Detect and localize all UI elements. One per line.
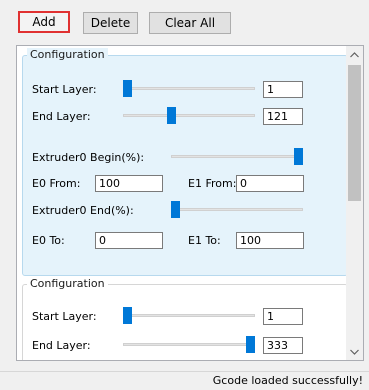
e0-from-input[interactable]: 100: [95, 175, 163, 192]
configuration-group-2[interactable]: Configuration Start Layer: 1 End Layer: …: [22, 277, 348, 360]
end-layer-slider-thumb[interactable]: [167, 107, 177, 124]
start-layer-slider-thumb[interactable]: [123, 307, 132, 324]
end-layer-input[interactable]: 121: [263, 108, 303, 125]
end-layer-slider[interactable]: [123, 343, 255, 346]
end-layer-slider-thumb[interactable]: [246, 336, 255, 353]
scrollbar-thumb[interactable]: [348, 65, 361, 201]
extruder0-begin-label: Extruder0 Begin(%):: [32, 151, 145, 164]
e1-to-input[interactable]: 100: [236, 232, 304, 249]
start-layer-slider-thumb[interactable]: [123, 80, 132, 97]
configuration-group-1[interactable]: Configuration Start Layer: 1 End Layer: …: [22, 48, 348, 276]
vertical-scrollbar[interactable]: [346, 46, 363, 360]
configuration-group-title: Configuration: [27, 277, 108, 291]
end-layer-label: End Layer:: [32, 110, 91, 123]
extruder0-begin-slider[interactable]: [171, 155, 303, 158]
status-message: Gcode loaded successfully!: [212, 374, 363, 387]
start-layer-input[interactable]: 1: [263, 81, 303, 98]
end-layer-label: End Layer:: [32, 339, 91, 352]
start-layer-slider[interactable]: [123, 87, 255, 90]
e0-to-input[interactable]: 0: [95, 232, 163, 249]
e0-from-label: E0 From:: [32, 177, 81, 190]
start-layer-label: Start Layer:: [32, 83, 97, 96]
end-layer-input[interactable]: 333: [263, 337, 303, 354]
extruder0-end-slider[interactable]: [171, 208, 303, 211]
chevron-down-icon[interactable]: [346, 343, 363, 360]
status-bar: Gcode loaded successfully!: [0, 371, 369, 390]
extruder0-end-slider-thumb[interactable]: [171, 201, 180, 218]
configuration-group-title: Configuration: [27, 48, 108, 62]
chevron-up-icon[interactable]: [346, 46, 363, 63]
start-layer-input[interactable]: 1: [263, 308, 303, 325]
clear-all-button[interactable]: Clear All: [149, 12, 231, 34]
e1-from-input[interactable]: 0: [236, 175, 304, 192]
configuration-list[interactable]: Configuration Start Layer: 1 End Layer: …: [16, 45, 364, 361]
start-layer-slider[interactable]: [123, 314, 255, 317]
delete-button[interactable]: Delete: [83, 12, 138, 34]
e1-from-label: E1 From:: [188, 177, 237, 190]
end-layer-slider[interactable]: [123, 114, 255, 117]
e0-to-label: E0 To:: [32, 234, 65, 247]
extruder0-begin-slider-thumb[interactable]: [294, 148, 303, 165]
start-layer-label: Start Layer:: [32, 310, 97, 323]
extruder0-end-label: Extruder0 End(%):: [32, 204, 134, 217]
e1-to-label: E1 To:: [188, 234, 221, 247]
add-button[interactable]: Add: [18, 11, 70, 33]
